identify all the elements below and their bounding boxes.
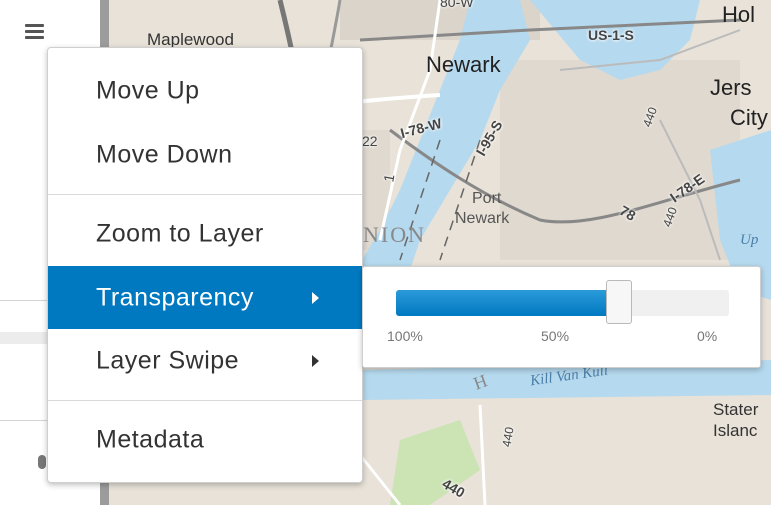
map-label-hoboken: Hol (722, 2, 756, 27)
layer-context-menu: Move Up Move Down Zoom to Layer Transpar… (47, 47, 363, 483)
submenu-arrow-icon (312, 291, 319, 304)
menu-item-label: Layer Swipe (96, 346, 240, 375)
menu-item-zoom-to-layer[interactable]: Zoom to Layer (48, 204, 362, 264)
map-label-port: Port (472, 190, 502, 207)
menu-separator (48, 400, 362, 401)
menu-item-layer-swipe[interactable]: Layer Swipe (48, 331, 362, 391)
highway-label-22: 22 (362, 133, 378, 149)
map-label-union: NION (363, 222, 426, 247)
map-label-jersey-city-2: City (730, 105, 768, 130)
map-label-newark: Newark (426, 52, 501, 77)
menu-item-move-down[interactable]: Move Down (48, 125, 362, 185)
menu-item-label: Zoom to Layer (96, 219, 264, 248)
menu-item-move-up[interactable]: Move Up (48, 61, 362, 121)
transparency-slider[interactable] (396, 280, 729, 324)
menu-item-label: Move Down (96, 140, 233, 169)
menu-item-label: Transparency (96, 283, 254, 311)
map-label-port-newark: Newark (455, 210, 510, 227)
highway-label-top: 80-W (440, 0, 474, 10)
menu-separator (48, 194, 362, 195)
map-label-upper-bay: Up (740, 232, 759, 248)
slider-tick-0: 0% (697, 328, 718, 344)
slider-tick-50: 50% (541, 328, 570, 344)
menu-item-metadata[interactable]: Metadata (48, 410, 362, 470)
transparency-popup: 100% 50% 0% (362, 266, 761, 368)
highway-label-us1: US-1-S (588, 27, 634, 43)
slider-handle[interactable] (606, 280, 632, 324)
map-label-staten-island-2: Islanc (713, 421, 758, 440)
map-label-staten-island: Stater (713, 400, 759, 419)
menu-icon[interactable] (25, 22, 45, 42)
menu-item-transparency[interactable]: Transparency (48, 266, 362, 329)
map-label-jersey-city: Jers (710, 75, 752, 100)
layer-options-icon[interactable] (38, 455, 46, 469)
submenu-arrow-icon (312, 355, 319, 367)
menu-item-label: Move Up (96, 76, 200, 105)
slider-tick-100: 100% (387, 328, 423, 344)
slider-fill (396, 290, 619, 316)
menu-item-label: Metadata (96, 425, 205, 454)
